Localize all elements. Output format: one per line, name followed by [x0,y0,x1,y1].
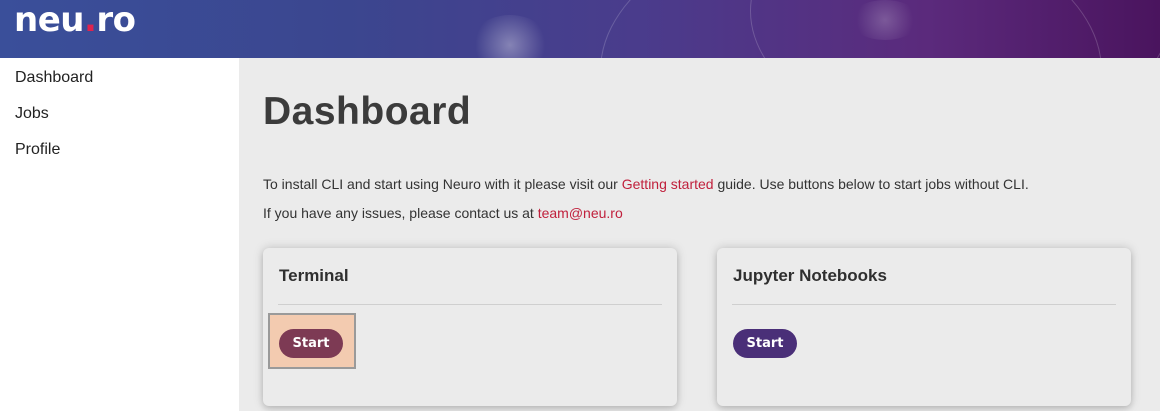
contact-info: If you have any issues, please contact u… [263,205,623,221]
getting-started-link[interactable]: Getting started [622,176,714,192]
install-info: To install CLI and start using Neuro wit… [263,176,1029,192]
header-arc [750,0,1160,58]
logo-text: neu [14,0,84,40]
contact-text: If you have any issues, please contact u… [263,205,538,221]
jupyter-start-button[interactable]: Start [733,329,797,358]
install-text-suffix: guide. Use buttons below to start jobs w… [713,176,1029,192]
install-text: To install CLI and start using Neuro wit… [263,176,622,192]
logo-dot: . [83,0,97,40]
contact-email-link[interactable]: team@neu.ro [538,205,623,221]
top-header: neu.ro [0,0,1160,58]
sidebar-item-dashboard[interactable]: Dashboard [15,69,93,87]
sidebar-item-jobs[interactable]: Jobs [15,105,49,123]
jupyter-card: Jupyter Notebooks Start [717,248,1131,406]
page-title: Dashboard [263,90,472,133]
brand-logo[interactable]: neu.ro [14,2,136,38]
card-title: Jupyter Notebooks [733,266,887,285]
card-divider [278,304,662,305]
sidebar: Dashboard Jobs Profile [0,58,239,411]
terminal-start-button-highlighted[interactable]: Start [279,329,343,358]
main-content: Dashboard To install CLI and start using… [239,58,1160,411]
sidebar-item-profile[interactable]: Profile [15,141,60,159]
card-divider [732,304,1116,305]
header-glow [470,15,550,58]
card-title: Terminal [279,266,349,285]
logo-text: ro [96,0,136,40]
